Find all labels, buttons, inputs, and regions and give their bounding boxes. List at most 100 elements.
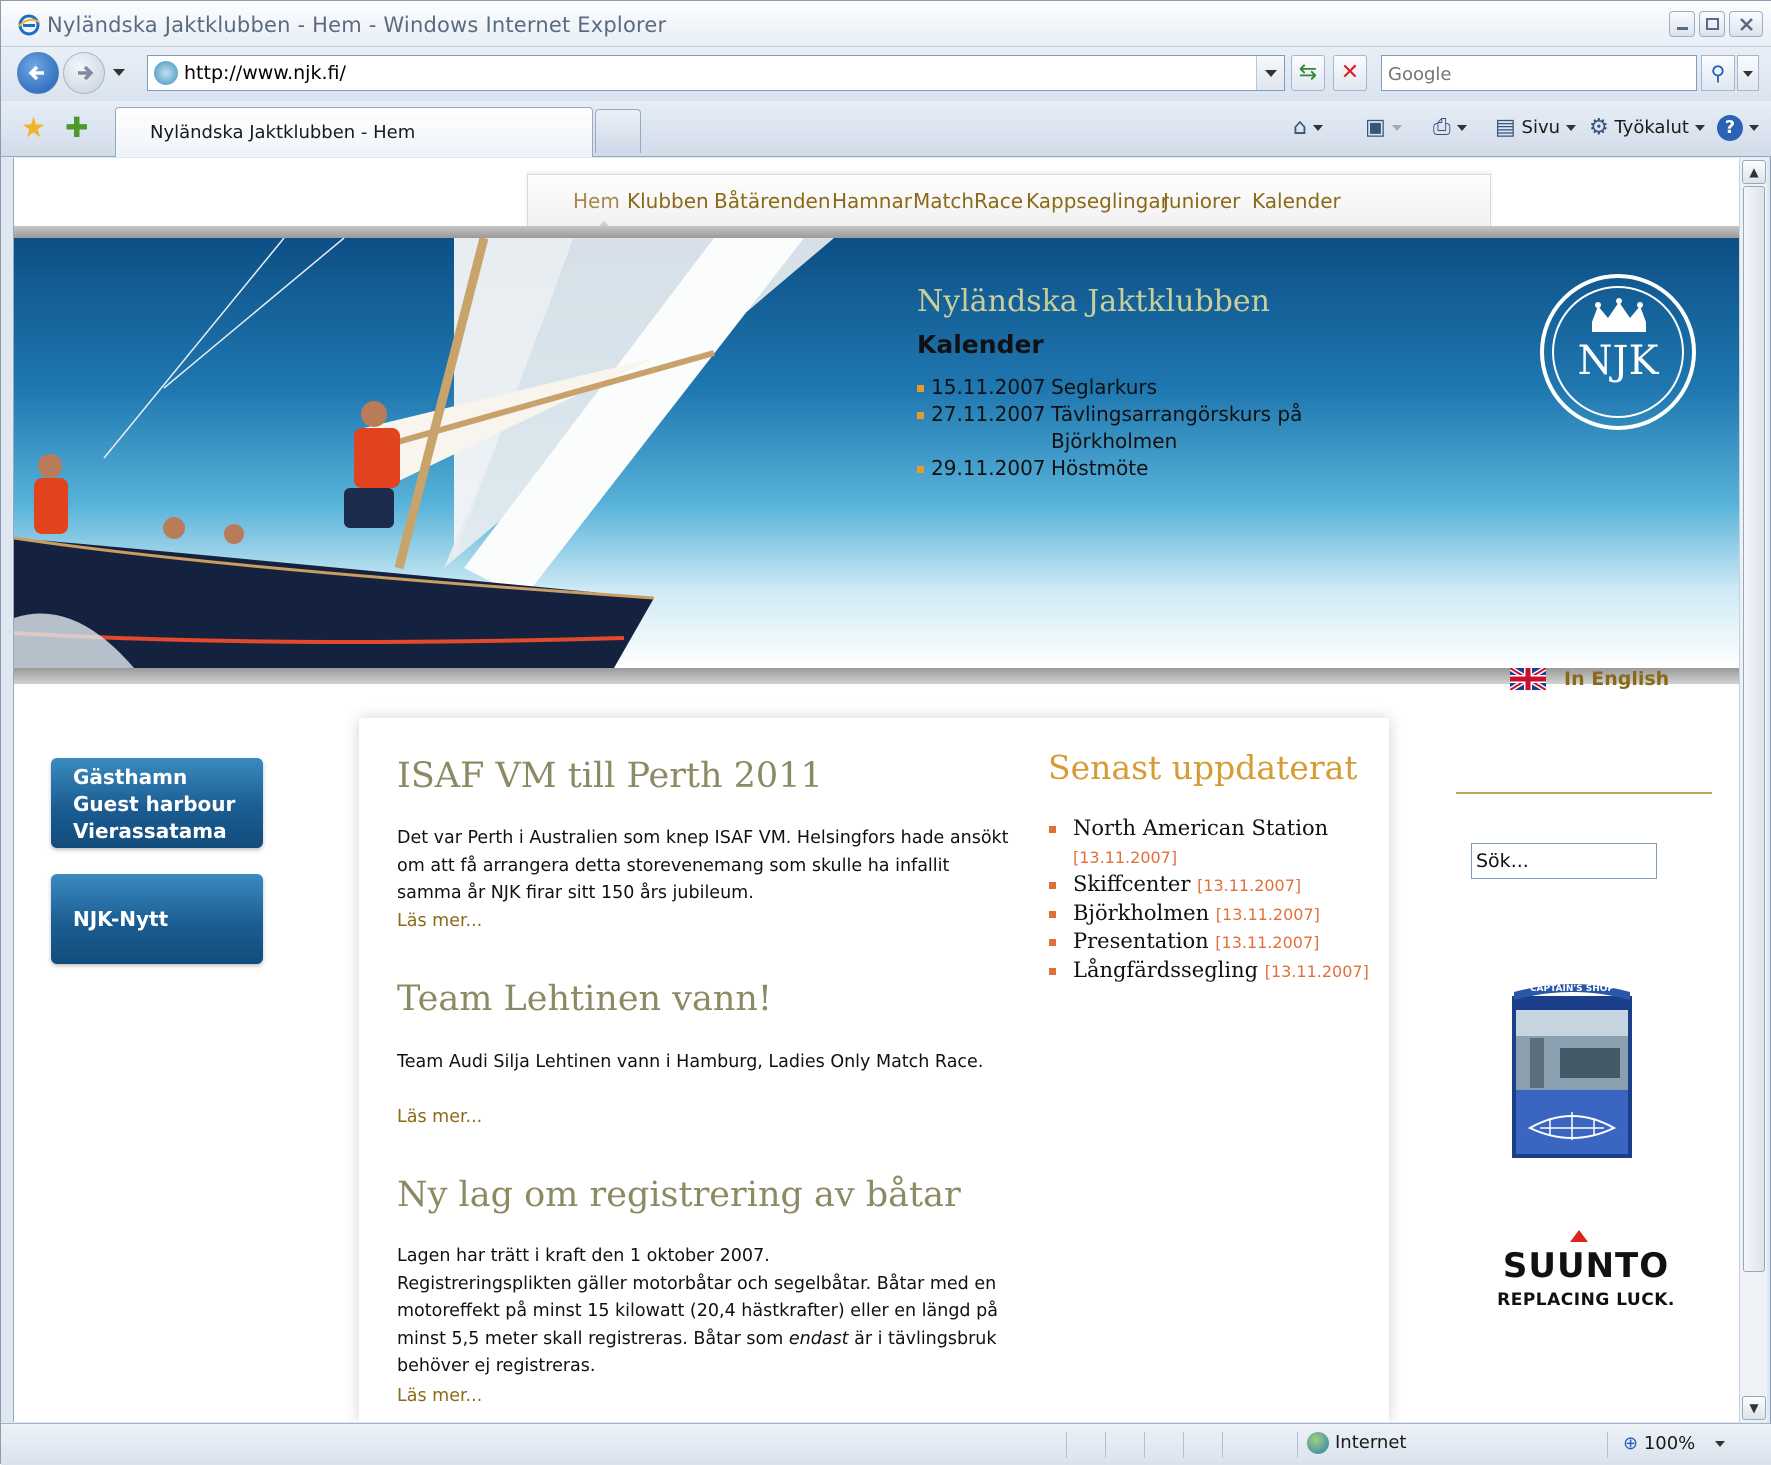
search-input[interactable] <box>1388 61 1648 87</box>
forward-arrow-icon <box>78 65 94 81</box>
zoom-dropdown-icon <box>1715 1441 1726 1447</box>
refresh-icon: ⇆ <box>1298 60 1318 85</box>
suunto-ad[interactable]: SUUNTO REPLACING LUCK. <box>1496 1230 1676 1310</box>
address-input[interactable] <box>184 60 1244 86</box>
site-main-menu: Hem Klubben Båtärenden Hamnar MatchRace … <box>527 174 1491 229</box>
back-button[interactable] <box>17 52 59 94</box>
tools-menu[interactable]: ⚙ Työkalut <box>1589 113 1705 143</box>
window-title: Nyländska Jaktklubben - Hem - Windows In… <box>47 13 667 37</box>
scroll-up-button[interactable]: ▲ <box>1742 160 1766 184</box>
internet-explorer-icon <box>18 14 40 36</box>
recently-updated-item[interactable]: Björkholmen [13.11.2007] <box>1049 900 1379 929</box>
guest-harbour-line: Vierassatama <box>73 819 227 843</box>
calendar-heading: Kalender <box>917 330 1044 359</box>
read-more-link[interactable]: Läs mer... <box>397 911 482 931</box>
njk-logo[interactable]: NJK <box>1540 274 1696 430</box>
recently-updated-item[interactable]: North American Station [13.11.2007] <box>1049 815 1379 871</box>
site-search-input[interactable] <box>1471 843 1657 879</box>
hero-banner: Nyländska Jaktklubben Kalender 15.11.200… <box>14 238 1739 668</box>
page-icon: ▤ <box>1495 115 1516 140</box>
club-name: Nyländska Jaktklubben <box>917 284 1270 319</box>
refresh-button[interactable]: ⇆ <box>1291 55 1325 91</box>
njk-logo-text: NJK <box>1577 338 1659 384</box>
main-content: ISAF VM till Perth 2011 Det var Perth i … <box>359 718 1389 1422</box>
favorites-star-icon[interactable]: ★ <box>21 111 46 144</box>
zoom-icon: ⊕ <box>1623 1433 1639 1454</box>
calendar-events: 15.11.2007 Seglarkurs 27.11.2007 Tävlingsa… <box>917 374 1311 482</box>
menu-item-klubben[interactable]: Klubben <box>627 189 709 213</box>
tab-active[interactable]: Nyländska Jaktklubben - Hem <box>115 107 593 157</box>
guest-harbour-line: Guest harbour <box>73 792 236 816</box>
search-options-dropdown[interactable] <box>1737 55 1759 91</box>
calendar-event[interactable]: 29.11.2007 Höstmöte <box>917 455 1311 482</box>
scroll-down-button[interactable]: ▼ <box>1742 1396 1766 1420</box>
gear-icon: ⚙ <box>1589 115 1609 140</box>
close-icon <box>1740 18 1753 31</box>
address-dropdown-button[interactable] <box>1256 56 1284 90</box>
page-menu-label: Sivu <box>1521 117 1561 138</box>
menu-item-kalender[interactable]: Kalender <box>1252 189 1341 213</box>
navigation-bar: ⇆ ✕ ⚲ <box>1 47 1771 101</box>
article-title[interactable]: Ny lag om registrering av båtar <box>397 1175 961 1215</box>
menu-item-kappseglingar[interactable]: Kappseglingar <box>1026 189 1169 213</box>
calendar-event[interactable]: 27.11.2007 Tävlingsarrangörskurs på Björk… <box>917 401 1311 455</box>
search-button[interactable]: ⚲ <box>1701 55 1735 91</box>
guest-harbour-button[interactable]: Gästhamn Guest harbour Vierassatama <box>51 758 263 848</box>
maximize-icon <box>1706 18 1719 30</box>
menu-item-juniorer[interactable]: Juniorer <box>1163 189 1240 213</box>
add-favorites-icon[interactable]: ✚ <box>65 111 88 144</box>
page-menu[interactable]: ▤ Sivu <box>1495 113 1577 143</box>
suunto-tagline: REPLACING LUCK. <box>1497 1290 1675 1310</box>
print-button[interactable]: ⎙ <box>1433 113 1467 143</box>
article-body: Det var Perth i Australien som knep ISAF… <box>397 828 1009 903</box>
guest-harbour-line: Gästhamn <box>73 765 188 789</box>
recently-updated-item[interactable]: Långfärdssegling [13.11.2007] <box>1049 957 1379 986</box>
close-window-button[interactable] <box>1729 11 1763 37</box>
suunto-brand: SUUNTO <box>1502 1246 1670 1286</box>
site-header: Hem Klubben Båtärenden Hamnar MatchRace … <box>14 158 1739 229</box>
stop-button[interactable]: ✕ <box>1333 55 1367 91</box>
home-button[interactable]: ⌂ <box>1293 113 1323 143</box>
new-tab-button[interactable] <box>595 109 641 153</box>
english-label: In English <box>1564 668 1670 690</box>
menu-item-matchrace[interactable]: MatchRace <box>913 189 1023 213</box>
divider <box>1456 792 1712 794</box>
scroll-thumb[interactable] <box>1743 186 1765 1272</box>
menu-item-batarenden[interactable]: Båtärenden <box>714 189 831 213</box>
tab-label: Nyländska Jaktklubben - Hem <box>150 122 416 143</box>
article-title[interactable]: ISAF VM till Perth 2011 <box>397 756 823 796</box>
help-icon: ? <box>1717 115 1743 141</box>
njk-nytt-button[interactable]: NJK-Nytt <box>51 874 263 964</box>
printer-icon: ⎙ <box>1433 115 1451 140</box>
security-zone[interactable]: Internet <box>1307 1432 1406 1454</box>
status-bar: Internet ⊕ 100% <box>1 1423 1771 1465</box>
recently-updated-item[interactable]: Skiffcenter [13.11.2007] <box>1049 871 1379 900</box>
vertical-scrollbar[interactable]: ▲ ▼ <box>1739 158 1767 1422</box>
captains-shop-ad[interactable]: CAPTAIN'S SHOP <box>1510 978 1634 1160</box>
recently-updated-item[interactable]: Presentation [13.11.2007] <box>1049 928 1379 957</box>
banner-bottom-border <box>14 668 1739 684</box>
suunto-logo-icon <box>1570 1230 1588 1242</box>
rss-feed-icon: ▣ <box>1365 115 1386 140</box>
menu-item-hamnar[interactable]: Hamnar <box>832 189 912 213</box>
maximize-button[interactable] <box>1699 11 1725 37</box>
tab-bar: ★ ✚ Nyländska Jaktklubben - Hem ⌂ ▣ ⎙ ▤ … <box>1 101 1771 157</box>
home-icon: ⌂ <box>1293 115 1307 140</box>
forward-button[interactable] <box>63 52 105 94</box>
minimize-button[interactable] <box>1669 11 1695 37</box>
captains-shop-label: CAPTAIN'S SHOP <box>1529 984 1615 994</box>
help-button[interactable]: ? <box>1717 113 1759 143</box>
recently-updated-heading: Senast uppdaterat <box>1048 748 1358 787</box>
recent-pages-dropdown[interactable] <box>113 69 125 76</box>
recently-updated-list: North American Station [13.11.2007] Skiff… <box>1049 815 1379 985</box>
read-more-link[interactable]: Läs mer... <box>397 1107 482 1127</box>
article-title[interactable]: Team Lehtinen vann! <box>397 979 772 1019</box>
zoom-control[interactable]: ⊕ 100% <box>1623 1433 1726 1454</box>
browser-window: Nyländska Jaktklubben - Hem - Windows In… <box>0 0 1771 1465</box>
address-bar <box>147 55 1285 91</box>
read-more-link[interactable]: Läs mer... <box>397 1386 482 1406</box>
menu-item-hem[interactable]: Hem <box>573 189 620 213</box>
globe-icon <box>1307 1432 1329 1454</box>
calendar-event[interactable]: 15.11.2007 Seglarkurs <box>917 374 1311 401</box>
feeds-button[interactable]: ▣ <box>1365 113 1402 143</box>
